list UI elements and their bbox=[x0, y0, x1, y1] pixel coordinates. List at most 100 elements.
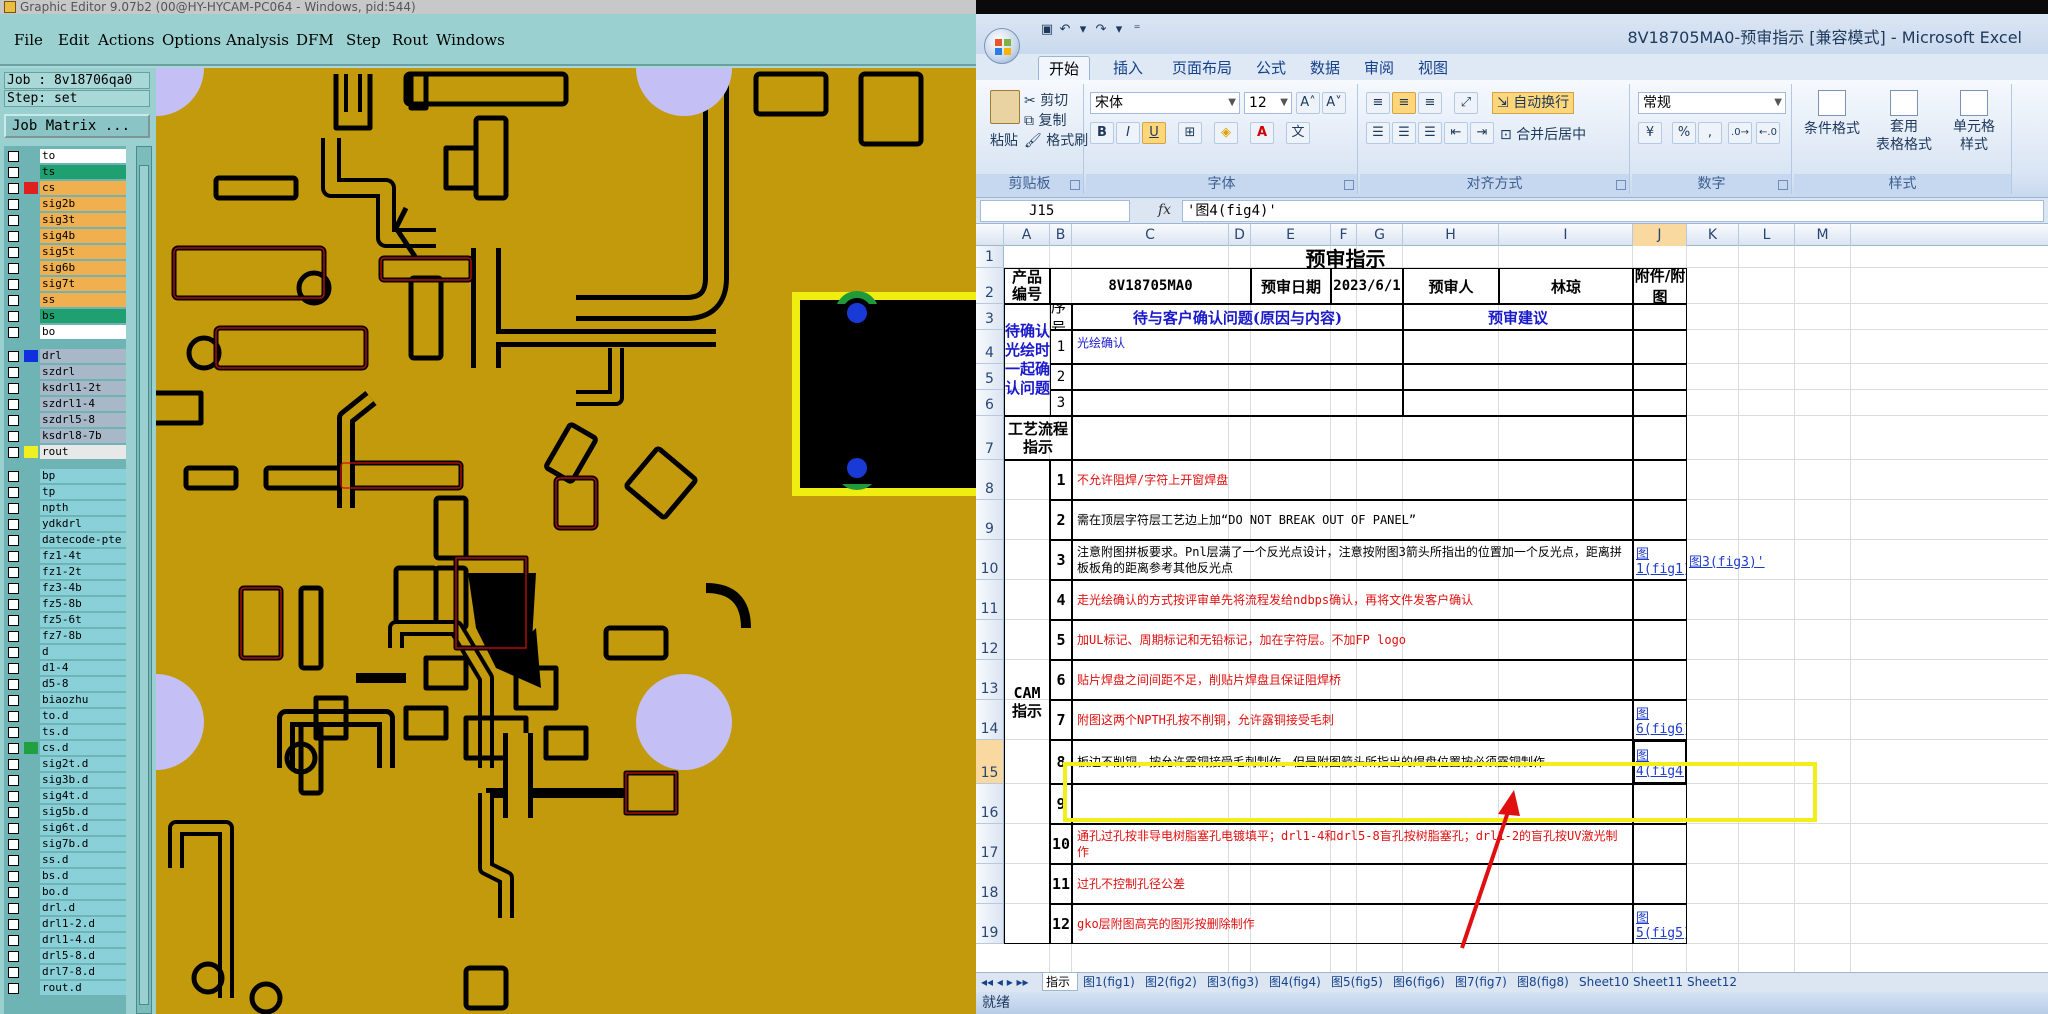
layer-row[interactable]: sig5t bbox=[4, 244, 126, 260]
layer-checkbox[interactable] bbox=[8, 471, 19, 482]
column-header[interactable]: I bbox=[1499, 224, 1633, 246]
cam-item-no[interactable]: 2 bbox=[1050, 500, 1072, 540]
cam-item-text[interactable]: 加UL标记、周期标记和无铅标记，加在字符层。不加FP logo bbox=[1072, 620, 1633, 660]
layer-checkbox[interactable] bbox=[8, 415, 19, 426]
layer-row[interactable]: fz1-4t bbox=[4, 548, 126, 564]
cam-item-attachment[interactable]: 图1(fig1)' bbox=[1633, 540, 1687, 580]
layer-checkbox[interactable] bbox=[8, 887, 19, 898]
layer-row[interactable]: tp bbox=[4, 484, 126, 500]
column-header[interactable]: C bbox=[1072, 224, 1229, 246]
table-format-icon[interactable] bbox=[1890, 90, 1918, 116]
layer-row[interactable]: d1-4 bbox=[4, 660, 126, 676]
product-no-label[interactable]: 产品 编号 bbox=[1004, 268, 1050, 304]
layer-row[interactable]: drl7-8.d bbox=[4, 964, 126, 980]
conditional-format-button[interactable]: 条件格式 bbox=[1798, 118, 1866, 138]
cam-item-text[interactable]: 附图这两个NPTH孔按不削铜，允许露铜接受毛刺 bbox=[1072, 700, 1633, 740]
layer-row[interactable]: fz3-4b bbox=[4, 580, 126, 596]
font-launcher[interactable] bbox=[1344, 180, 1354, 190]
layer-checkbox[interactable] bbox=[8, 231, 19, 242]
layer-row[interactable]: drl5-8.d bbox=[4, 948, 126, 964]
number-launcher[interactable] bbox=[1778, 180, 1788, 190]
layer-row[interactable]: biaozhu bbox=[4, 692, 126, 708]
seq-label[interactable]: 序号 bbox=[1050, 304, 1072, 330]
process-label[interactable]: 工艺流程 指示 bbox=[1004, 416, 1072, 460]
layer-checkbox[interactable] bbox=[8, 431, 19, 442]
font-name-combo[interactable]: 宋体 ▼ bbox=[1090, 92, 1240, 114]
layer-row[interactable]: to.d bbox=[4, 708, 126, 724]
layer-checkbox[interactable] bbox=[8, 535, 19, 546]
copy-button[interactable]: ⧉ 复制 bbox=[1024, 110, 1066, 130]
cam-item-text[interactable]: 走光绘确认的方式按评审单先将流程发给ndbps确认，再将文件发客户确认 bbox=[1072, 580, 1633, 620]
menu-step[interactable]: Step bbox=[346, 31, 381, 49]
row-header[interactable]: 19 bbox=[976, 904, 1004, 944]
layer-row[interactable]: sig3b.d bbox=[4, 772, 126, 788]
layer-checkbox[interactable] bbox=[8, 295, 19, 306]
number-format-combo[interactable]: 常规 ▼ bbox=[1638, 92, 1786, 114]
reviewer-value[interactable]: 林琼 bbox=[1499, 268, 1633, 304]
sheet-title[interactable]: 预审指示 bbox=[1004, 246, 1687, 269]
tab-page-layout[interactable]: 页面布局 bbox=[1164, 56, 1240, 80]
cut-button[interactable]: ✂ 剪切 bbox=[1024, 90, 1068, 110]
name-box[interactable]: J15 bbox=[980, 200, 1130, 222]
column-header[interactable]: D bbox=[1229, 224, 1251, 246]
layer-checkbox[interactable] bbox=[8, 263, 19, 274]
pcb-graphic-canvas[interactable] bbox=[156, 68, 976, 1014]
layer-checkbox[interactable] bbox=[8, 631, 19, 642]
layer-checkbox[interactable] bbox=[8, 311, 19, 322]
layer-checkbox[interactable] bbox=[8, 919, 19, 930]
cam-item-no[interactable]: 5 bbox=[1050, 620, 1072, 660]
layer-row[interactable]: bo.d bbox=[4, 884, 126, 900]
layer-checkbox[interactable] bbox=[8, 247, 19, 258]
fill-color-icon[interactable]: ◈ bbox=[1214, 122, 1238, 144]
layer-checkbox[interactable] bbox=[8, 383, 19, 394]
menu-rout[interactable]: Rout bbox=[392, 31, 428, 49]
cam-item-attachment[interactable] bbox=[1633, 824, 1687, 864]
sheet-tab[interactable]: Sheet10 bbox=[1576, 973, 1629, 991]
confirm-item-no[interactable]: 2 bbox=[1050, 364, 1072, 390]
layer-row[interactable]: sig7b.d bbox=[4, 836, 126, 852]
wrap-text-button[interactable]: ⇲ 自动换行 bbox=[1492, 92, 1575, 114]
paste-icon[interactable] bbox=[990, 90, 1020, 124]
row-header[interactable]: 6 bbox=[976, 390, 1004, 416]
menu-file[interactable]: File bbox=[14, 31, 43, 49]
formula-input[interactable]: '图4(fig4)' bbox=[1182, 200, 2044, 222]
align-middle-icon[interactable]: ≡ bbox=[1392, 92, 1416, 114]
layer-checkbox[interactable] bbox=[8, 583, 19, 594]
layer-checkbox[interactable] bbox=[8, 215, 19, 226]
cam-item-attachment[interactable] bbox=[1633, 660, 1687, 700]
italic-button[interactable]: I bbox=[1116, 122, 1140, 144]
layer-checkbox[interactable] bbox=[8, 399, 19, 410]
layer-row[interactable]: fz1-2t bbox=[4, 564, 126, 580]
layer-checkbox[interactable] bbox=[8, 871, 19, 882]
column-header[interactable]: M bbox=[1795, 224, 1851, 246]
hyperlink[interactable]: 图1(fig1)' bbox=[1636, 543, 1686, 577]
sheet-tab[interactable]: 图1(fig1) bbox=[1080, 973, 1140, 991]
layer-row[interactable]: sig2t.d bbox=[4, 756, 126, 772]
sheet-tab[interactable]: 图4(fig4) bbox=[1266, 973, 1326, 991]
layer-row[interactable]: sig6t.d bbox=[4, 820, 126, 836]
layer-checkbox[interactable] bbox=[8, 983, 19, 994]
cam-item-text[interactable]: 通孔过孔按非导电树脂塞孔电镀填平；drl1-4和drl5-8盲孔按树脂塞孔；dr… bbox=[1072, 824, 1633, 864]
cell[interactable] bbox=[1633, 390, 1687, 416]
sheet-tab[interactable]: 图8(fig8) bbox=[1514, 973, 1574, 991]
layer-row[interactable]: d5-8 bbox=[4, 676, 126, 692]
layer-row[interactable]: ts.d bbox=[4, 724, 126, 740]
align-left-icon[interactable]: ☰ bbox=[1366, 122, 1390, 144]
cell[interactable] bbox=[1403, 364, 1633, 390]
layer-checkbox[interactable] bbox=[8, 519, 19, 530]
layer-row[interactable]: npth bbox=[4, 500, 126, 516]
column-header[interactable]: F bbox=[1331, 224, 1357, 246]
tab-home[interactable]: 开始 bbox=[1038, 56, 1090, 80]
cam-item-attachment[interactable]: 图5(fig5)' bbox=[1633, 904, 1687, 944]
layer-checkbox[interactable] bbox=[8, 967, 19, 978]
layer-checkbox[interactable] bbox=[8, 647, 19, 658]
cam-item-attachment[interactable] bbox=[1633, 620, 1687, 660]
row-header[interactable]: 12 bbox=[976, 620, 1004, 660]
layer-row[interactable]: rout bbox=[4, 444, 126, 460]
layer-checkbox[interactable] bbox=[8, 951, 19, 962]
sheet-tab[interactable]: 图3(fig3) bbox=[1204, 973, 1264, 991]
cam-item-no[interactable]: 6 bbox=[1050, 660, 1072, 700]
row-header[interactable]: 14 bbox=[976, 700, 1004, 740]
increase-indent-icon[interactable]: ⇥ bbox=[1470, 122, 1494, 144]
layer-checkbox[interactable] bbox=[8, 759, 19, 770]
